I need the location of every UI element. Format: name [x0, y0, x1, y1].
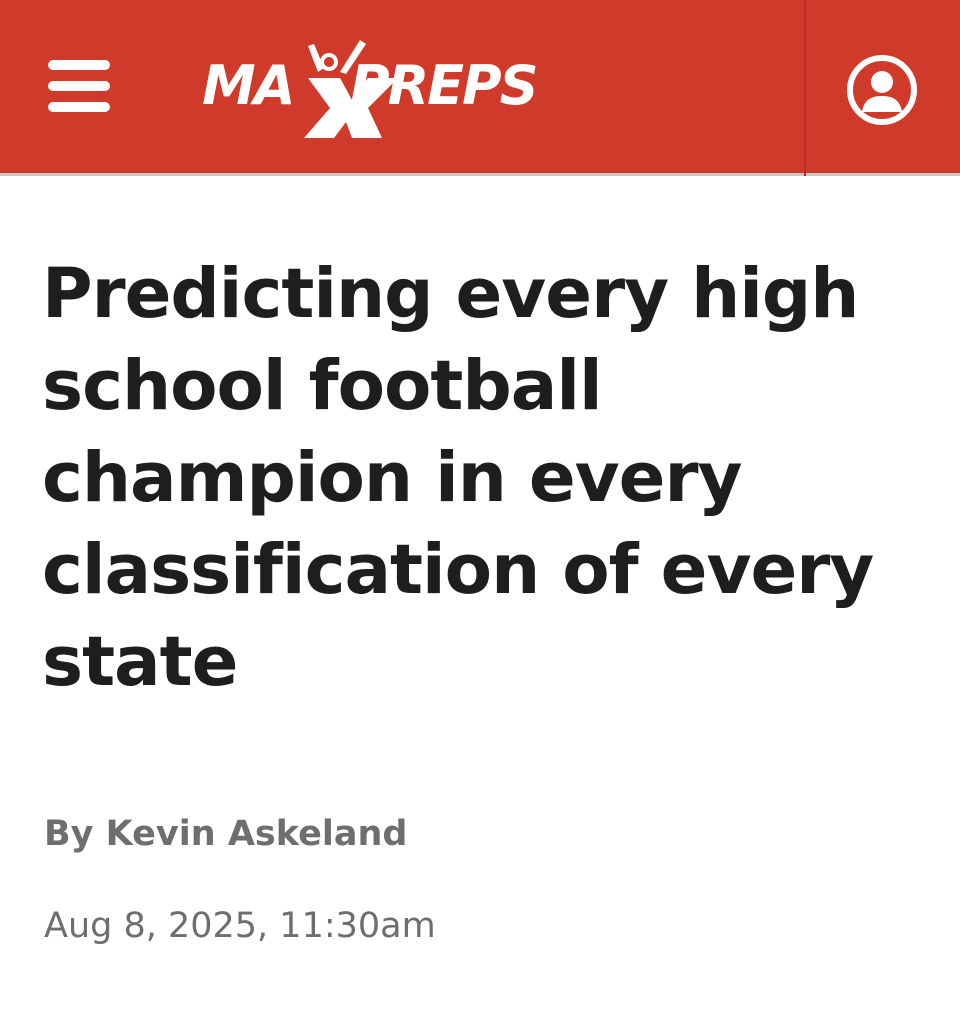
maxpreps-logo[interactable]: MA PREPS	[200, 38, 560, 142]
site-header: MA PREPS	[0, 0, 960, 176]
logo-figure-head-inner	[324, 57, 334, 67]
article-date: Aug 8, 2025, 11:30am	[44, 906, 436, 946]
menu-bar-middle	[48, 81, 110, 91]
menu-bar-top	[48, 60, 110, 70]
logo-text-preps: PREPS	[350, 54, 537, 117]
hamburger-menu-icon[interactable]	[48, 60, 110, 112]
user-account-icon[interactable]	[846, 54, 918, 126]
article-byline[interactable]: By Kevin Askeland	[44, 812, 407, 856]
menu-bar-bottom	[48, 102, 110, 112]
maxpreps-logo-graphic: MA PREPS	[202, 40, 539, 138]
article-headline: Predicting every high school football ch…	[42, 254, 874, 702]
logo-text-ma: MA	[202, 54, 294, 117]
user-account-icon-graphic	[847, 55, 917, 125]
header-divider	[804, 0, 806, 176]
